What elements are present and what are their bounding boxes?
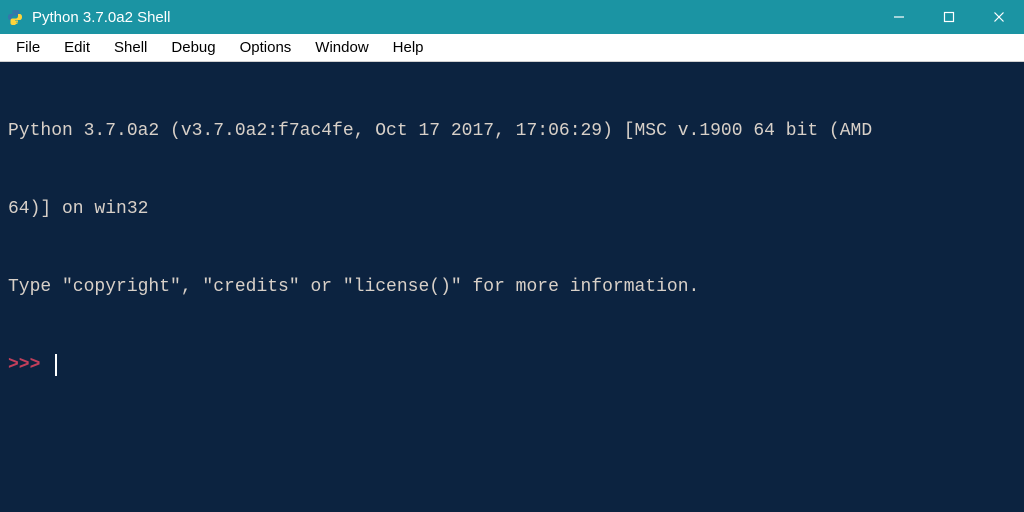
menu-shell[interactable]: Shell [102,36,159,59]
prompt: >>> [8,352,51,378]
titlebar: Python 3.7.0a2 Shell [0,0,1024,34]
menubar: File Edit Shell Debug Options Window Hel… [0,34,1024,62]
menu-options[interactable]: Options [228,36,304,59]
menu-window[interactable]: Window [303,36,380,59]
shell-area[interactable]: Python 3.7.0a2 (v3.7.0a2:f7ac4fe, Oct 17… [0,62,1024,512]
banner-line-1: Python 3.7.0a2 (v3.7.0a2:f7ac4fe, Oct 17… [8,118,1016,144]
menu-debug[interactable]: Debug [159,36,227,59]
window-controls [874,0,1024,34]
menu-edit[interactable]: Edit [52,36,102,59]
menu-help[interactable]: Help [381,36,436,59]
close-button[interactable] [974,0,1024,34]
window-title: Python 3.7.0a2 Shell [32,9,874,26]
minimize-button[interactable] [874,0,924,34]
shell-cursor[interactable] [55,354,57,376]
banner-line-2: 64)] on win32 [8,196,1016,222]
maximize-button[interactable] [924,0,974,34]
banner-line-3: Type "copyright", "credits" or "license(… [8,274,1016,300]
python-logo-icon [6,8,24,26]
prompt-line: >>> [8,352,1016,378]
menu-file[interactable]: File [4,36,52,59]
